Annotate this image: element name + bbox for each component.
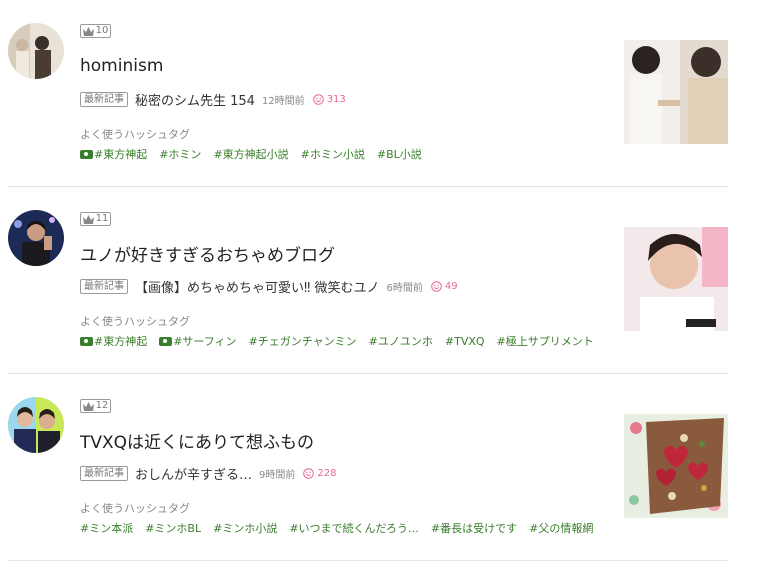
entry-divider <box>8 560 728 561</box>
latest-article: 最新記事 おしんが辛すぎる… 9時間前 228 <box>80 464 336 483</box>
smile-count: 228 <box>303 468 336 479</box>
hashtag-link[interactable]: #番長は受けです <box>431 520 517 536</box>
article-title-link[interactable]: おしんが辛すぎる… <box>135 464 252 483</box>
crown-icon <box>82 401 94 411</box>
hashtag-list: #ミン本派 #ミンホBL #ミンホ小説 #いつまで続くんだろう… #番長は受けで… <box>80 520 605 536</box>
article-time: 9時間前 <box>259 470 296 481</box>
smile-icon <box>303 468 315 479</box>
hashtag-link[interactable]: #いつまで続くんだろう… <box>289 520 419 536</box>
blog-title[interactable]: TVXQは近くにありて想ふもの <box>80 428 314 453</box>
article-thumbnail[interactable] <box>624 414 728 518</box>
latest-badge: 最新記事 <box>80 466 128 481</box>
ranking-entry-3: 12 TVXQは近くにありて想ふもの 最新記事 おしんが辛すぎる… 9時間前 2… <box>0 0 728 560</box>
hashtag-link[interactable]: #父の情報網 <box>529 520 593 536</box>
hashtag-link[interactable]: #ミンホ小説 <box>213 520 277 536</box>
rank-badge: 12 <box>80 399 111 413</box>
rank-number: 12 <box>95 400 109 411</box>
tags-label: よく使うハッシュタグ <box>80 502 190 515</box>
blog-avatar[interactable] <box>8 397 64 453</box>
hashtag-link[interactable]: #ミンホBL <box>145 520 201 536</box>
hashtag-link[interactable]: #ミン本派 <box>80 520 133 536</box>
